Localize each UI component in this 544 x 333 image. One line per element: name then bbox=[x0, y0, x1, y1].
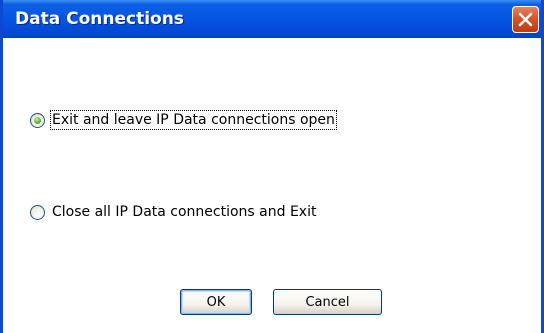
dialog-window: Data Connections Exit and leave IP Data … bbox=[0, 0, 544, 333]
option-close-all[interactable]: Close all IP Data connections and Exit bbox=[30, 203, 317, 221]
ok-button[interactable]: OK bbox=[180, 289, 252, 315]
title-bar[interactable]: Data Connections bbox=[3, 0, 541, 38]
option-leave-open[interactable]: Exit and leave IP Data connections open bbox=[30, 110, 337, 130]
radio-leave-open[interactable] bbox=[30, 112, 45, 128]
window-title: Data Connections bbox=[15, 9, 184, 29]
option-close-all-label: Close all IP Data connections and Exit bbox=[52, 204, 317, 220]
radio-close-all[interactable] bbox=[30, 204, 45, 220]
option-leave-open-label: Exit and leave IP Data connections open bbox=[50, 110, 337, 130]
cancel-button[interactable]: Cancel bbox=[273, 289, 382, 315]
close-button[interactable] bbox=[512, 6, 539, 33]
close-icon bbox=[518, 12, 533, 27]
